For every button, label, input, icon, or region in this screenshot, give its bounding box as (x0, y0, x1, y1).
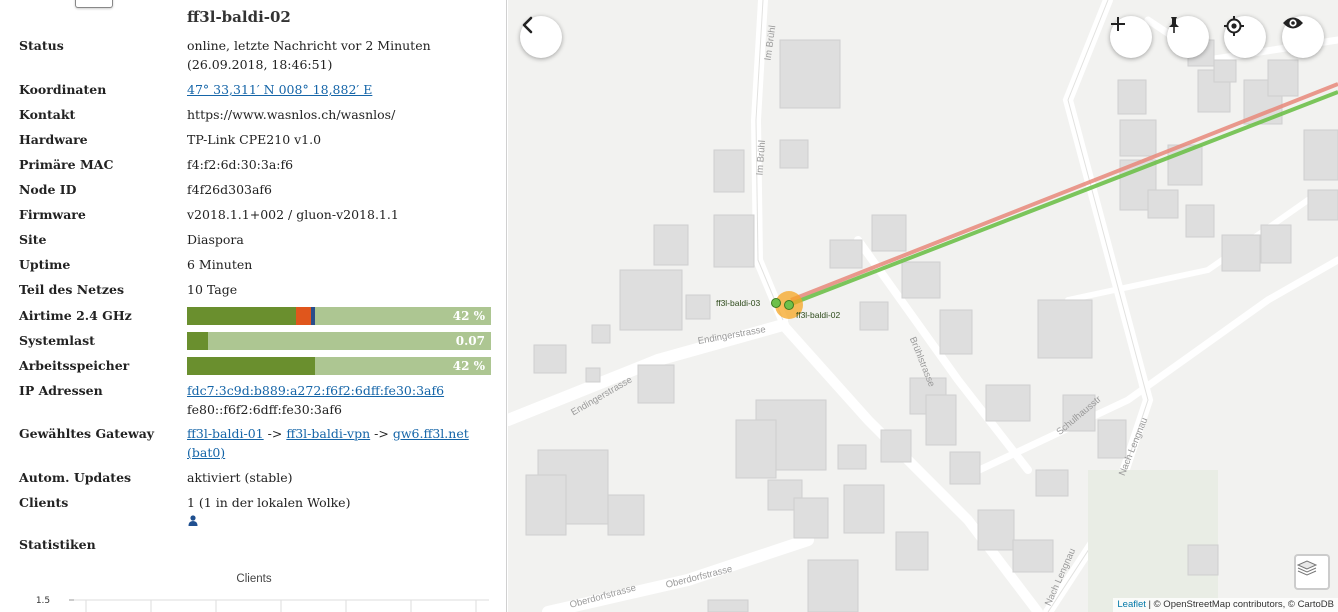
attribution-text: | © OpenStreetMap contributors, © CartoD… (1145, 599, 1334, 610)
uptime-label: Uptime (19, 257, 71, 272)
clients-value: 1 (1 in der lokalen Wolke) (187, 495, 351, 510)
site-label: Site (19, 232, 47, 247)
load-label: Systemlast (19, 333, 95, 348)
gateway-arrow: -> (374, 426, 389, 441)
mac-value: f4:f2:6d:30:3a:f6 (187, 157, 294, 172)
load-value: 0.07 (455, 334, 485, 348)
memory-percent: 42 % (452, 359, 485, 373)
airtime-row: Airtime 2.4 GHz 42 % (19, 306, 491, 326)
nodeid-value: f4f26d303af6 (187, 182, 273, 197)
load-bar: 0.07 (187, 332, 491, 350)
site-value: Diaspora (187, 232, 244, 247)
chart-svg: 1.5 (36, 596, 489, 612)
network-label: Teil des Netzes (19, 282, 124, 297)
pin-button[interactable] (1167, 16, 1209, 58)
map-tiles (508, 0, 1338, 612)
memory-bar: 42 % (187, 357, 491, 375)
node-marker-baldi-02[interactable] (784, 300, 794, 310)
uptime-value: 6 Minuten (187, 257, 253, 272)
updates-value: aktiviert (stable) (187, 470, 293, 485)
ip-row: IP Adressen fdc7:3c9d:b889:a272:f6f2:6df… (19, 381, 490, 419)
node-marker-baldi-03[interactable] (771, 298, 781, 308)
load-row: Systemlast 0.07 (19, 331, 491, 351)
node-label-baldi-03: ff3l-baldi-03 (716, 298, 761, 308)
memory-bar-fill (187, 357, 315, 375)
firmware-label: Firmware (19, 207, 86, 222)
memory-row: Arbeitsspeicher 42 % (19, 356, 491, 376)
gateway-hop-1-link[interactable]: ff3l-baldi-01 (187, 426, 264, 441)
stats-heading: Statistiken (19, 537, 96, 552)
nodeid-label: Node ID (19, 182, 77, 197)
airtime-percent: 42 % (452, 309, 485, 323)
airtime-bar-fill (187, 307, 296, 325)
park-area (1088, 470, 1218, 612)
node-info-sidebar: ff3l-baldi-02 Status online, letzte Nach… (0, 0, 507, 612)
layers-button[interactable] (1294, 554, 1330, 590)
coords-label: Koordinaten (19, 82, 107, 97)
map-view[interactable]: ff3l-baldi-03 ff3l-baldi-02 Im Brühl Im … (508, 0, 1338, 612)
gateway-label: Gewähltes Gateway (19, 426, 155, 441)
updates-label: Autom. Updates (19, 470, 132, 485)
chart-grid (74, 599, 489, 612)
airtime-bar: 42 % (187, 307, 491, 325)
network-value: 10 Tage (187, 282, 238, 297)
gateway-hop-3-link[interactable]: gw6.ff3l.net (393, 426, 469, 441)
node-title: ff3l-baldi-02 (187, 8, 291, 26)
status-value: online, letzte Nachricht vor 2 Minuten (… (187, 36, 490, 74)
link-line-green (790, 90, 1338, 306)
sidebar-drag-handle[interactable] (75, 0, 113, 8)
leaflet-link[interactable]: Leaflet (1117, 599, 1146, 610)
airtime-label: Airtime 2.4 GHz (19, 308, 132, 323)
back-button[interactable] (520, 16, 562, 58)
node-label-baldi-02: ff3l-baldi-02 (796, 310, 841, 320)
gateway-arrow: -> (267, 426, 283, 441)
contact-label: Kontakt (19, 107, 76, 122)
clients-row: Clients 1 (1 in der lokalen Wolke) (19, 493, 490, 531)
contact-value: https://www.wasnlos.ch/wasnlos/ (187, 107, 396, 122)
status-text: online, letzte Nachricht vor 2 Minuten (187, 38, 431, 53)
add-node-button[interactable] (1110, 16, 1152, 58)
firmware-value: v2018.1.1+002 / gluon-v2018.1.1 (187, 207, 399, 222)
client-person-icon (188, 512, 198, 526)
locate-button[interactable] (1224, 16, 1266, 58)
mac-label: Primäre MAC (19, 157, 114, 172)
chart-ytick-label: 1.5 (36, 596, 50, 606)
gateway-hop-2-link[interactable]: ff3l-baldi-vpn (286, 426, 370, 441)
memory-label: Arbeitsspeicher (19, 358, 130, 373)
clients-label: Clients (19, 495, 69, 510)
gateway-row: Gewähltes Gateway ff3l-baldi-01 -> ff3l-… (19, 424, 490, 462)
load-bar-fill (187, 332, 209, 350)
airtime-bar-busy (295, 307, 311, 325)
ip-link-global[interactable]: fdc7:3c9d:b889:a272:f6f2:6dff:fe30:3af6 (187, 383, 444, 398)
status-row: Status online, letzte Nachricht vor 2 Mi… (19, 36, 490, 74)
hardware-label: Hardware (19, 132, 88, 147)
ip-label: IP Adressen (19, 383, 103, 398)
status-label: Status (19, 38, 64, 53)
toggle-visibility-button[interactable] (1282, 16, 1324, 58)
clients-chart: Clients 1.5 (19, 572, 489, 612)
airtime-bar-tx (310, 307, 315, 325)
ip-linklocal: fe80::f6f2:6dff:fe30:3af6 (187, 402, 342, 417)
coords-link[interactable]: 47° 33,311′ N 008° 18,882′ E (187, 82, 372, 97)
hardware-value: TP-Link CPE210 v1.0 (187, 132, 322, 147)
map-attribution: Leaflet | © OpenStreetMap contributors, … (1113, 598, 1338, 612)
gateway-interface-link[interactable]: (bat0) (187, 445, 225, 460)
status-timestamp: (26.09.2018, 18:46:51) (187, 57, 333, 72)
